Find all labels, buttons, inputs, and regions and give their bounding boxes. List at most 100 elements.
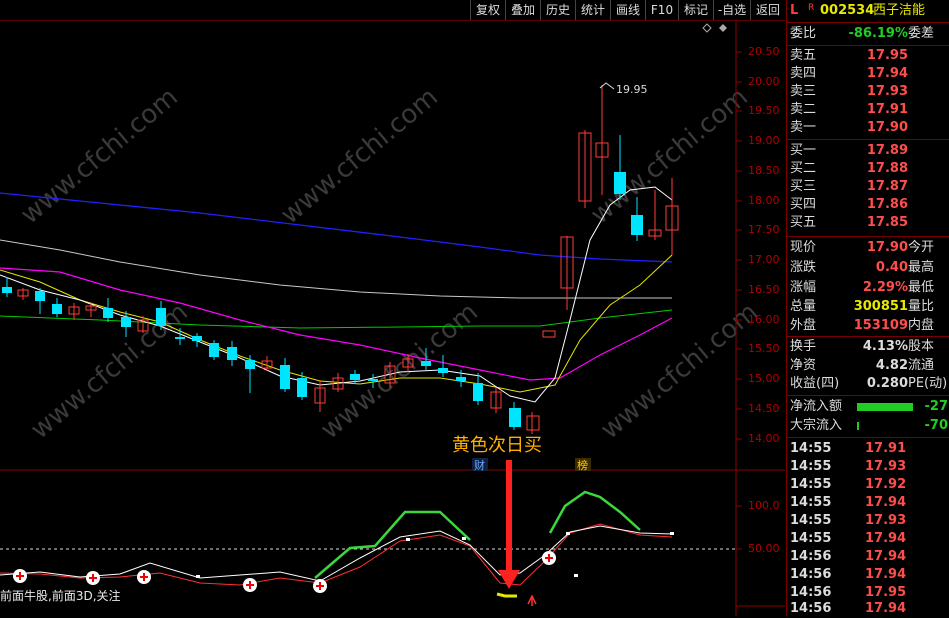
stat-label: 总量 <box>790 299 817 314</box>
trade-price: 17.94 <box>865 531 907 546</box>
stock-name[interactable]: 西子洁能 <box>873 2 925 20</box>
stat-pct-row: 涨幅 2.29% 最低 <box>787 279 949 297</box>
trade-row: 14:55 17.91 <box>787 440 949 458</box>
stat-label: 净资 <box>790 358 817 373</box>
flow-label: 大宗流入 <box>790 418 843 433</box>
price-label-2000: 20.00 <box>748 75 780 88</box>
stat-label: 现价 <box>790 240 817 255</box>
buy-price: 17.89 <box>866 143 908 158</box>
stat-eps-row: 收益(四) 0.280 PE(动) <box>787 375 949 393</box>
watermark-5: www.cfchi.com <box>315 297 484 445</box>
block-inflow-bar <box>857 422 859 430</box>
block-inflow-row: 大宗流入 -70 <box>787 417 949 435</box>
stat-outer-row: 外盘 153109 内盘 <box>787 317 949 335</box>
flow-label: 净流入额 <box>790 399 843 414</box>
price-label-1700: 17.00 <box>748 253 780 266</box>
badge-bang[interactable]: 榜 <box>577 458 588 472</box>
price-label-1950: 19.50 <box>748 104 780 117</box>
buy-label: 买四 <box>790 197 817 212</box>
trade-time: 14:56 <box>790 601 832 616</box>
price-label-1650: 16.50 <box>748 283 780 296</box>
trade-price: 17.93 <box>865 513 907 528</box>
kline-svg: www.cfchi.com www.cfchi.com www.cfchi.co… <box>0 20 785 616</box>
sell-price: 17.94 <box>866 66 908 81</box>
diamond-icon[interactable] <box>702 23 712 33</box>
sell1-row[interactable]: 卖一 17.90 <box>787 119 949 137</box>
sell-label: 卖一 <box>790 120 817 135</box>
stat-right-label: PE(动) <box>908 376 948 391</box>
sell-label: 卖三 <box>790 84 817 99</box>
sell-price: 17.90 <box>866 120 908 135</box>
statistics-button[interactable]: 统计 <box>575 0 610 20</box>
back-button[interactable]: 返回 <box>750 0 785 20</box>
watermark-3: www.cfchi.com <box>585 82 754 230</box>
overlay-button[interactable]: 叠加 <box>505 0 540 20</box>
trade-price: 17.94 <box>865 567 907 582</box>
buy-price: 17.86 <box>866 197 908 212</box>
bottom-note: 前面牛股,前面3D,关注 <box>0 589 121 603</box>
buy5-row[interactable]: 买五 17.85 <box>787 214 949 232</box>
trade-price: 17.94 <box>865 549 907 564</box>
ma-green-line <box>0 309 673 329</box>
sell-price: 17.93 <box>866 84 908 99</box>
buy1-row[interactable]: 买一 17.89 <box>787 142 949 160</box>
trade-price: 17.94 <box>865 495 907 510</box>
stat-volume-row: 总量 300851 量比 <box>787 298 949 316</box>
mark-button[interactable]: 标记 <box>678 0 713 20</box>
sell2-row[interactable]: 卖二 17.91 <box>787 101 949 119</box>
gap-candle <box>542 330 556 338</box>
indicator-label-50: 50.00 <box>748 542 780 555</box>
buy-price: 17.88 <box>866 161 908 176</box>
buy2-row[interactable]: 买二 17.88 <box>787 160 949 178</box>
stat-value: 4.82 <box>875 358 908 373</box>
sell-label: 卖五 <box>790 48 817 63</box>
fuquan-button[interactable]: 复权 <box>470 0 505 20</box>
trade-row: 14:55 17.94 <box>787 494 949 512</box>
sell5-row[interactable]: 卖五 17.95 <box>787 47 949 65</box>
stat-label: 收益(四) <box>790 376 840 391</box>
price-label-1900: 19.00 <box>748 134 780 147</box>
trade-time: 14:55 <box>790 531 832 546</box>
watermark-6: www.cfchi.com <box>595 297 764 445</box>
stat-price-row: 现价 17.90 今开 <box>787 239 949 257</box>
stat-turnover-row: 换手 4.13% 股本 <box>787 338 949 356</box>
add-watchlist-button[interactable]: -自选 <box>713 0 750 20</box>
buy-price: 17.85 <box>866 215 908 230</box>
price-label-1850: 18.50 <box>748 164 780 177</box>
diamond-filled-icon[interactable] <box>719 24 727 32</box>
indicator-white-line <box>0 525 673 582</box>
stat-value: 17.90 <box>866 240 908 255</box>
buy-label: 买二 <box>790 161 817 176</box>
watermark-2: www.cfchi.com <box>275 82 444 230</box>
stat-right-label: 股本 <box>908 339 935 354</box>
trade-price: 17.91 <box>865 441 907 456</box>
history-button[interactable]: 历史 <box>540 0 575 20</box>
trade-price: 17.92 <box>865 477 907 492</box>
f10-button[interactable]: F10 <box>645 0 678 20</box>
trade-price: 17.94 <box>865 601 907 616</box>
price-label-1750: 17.50 <box>748 223 780 236</box>
price-label-1450: 14.50 <box>748 402 780 415</box>
indicator-yellow-mark <box>496 592 517 598</box>
indicator-label-100: 100.0 <box>748 499 780 512</box>
watermark-1: www.cfchi.com <box>15 82 184 230</box>
buy3-row[interactable]: 买三 17.87 <box>787 178 949 196</box>
stat-right-label: 流通 <box>908 358 935 373</box>
stat-right-label: 量比 <box>908 299 935 314</box>
stock-code[interactable]: 002534 <box>820 2 874 20</box>
weibi-row: 委比 -86.19% 委差 <box>787 25 949 43</box>
sell4-row[interactable]: 卖四 17.94 <box>787 65 949 83</box>
flow-value: -27 <box>924 399 949 414</box>
trade-time: 14:55 <box>790 495 832 510</box>
stat-change-row: 涨跌 0.40 最高 <box>787 259 949 277</box>
draw-line-button[interactable]: 画线 <box>610 0 645 20</box>
quote-panel: L R 002534 西子洁能 委比 -86.19% 委差 卖五 17.95 卖四… <box>786 0 949 616</box>
kline-chart-panel[interactable]: www.cfchi.com www.cfchi.com www.cfchi.co… <box>0 20 785 616</box>
buy4-row[interactable]: 买四 17.86 <box>787 196 949 214</box>
watermark-4: www.cfchi.com <box>25 297 194 445</box>
header-r: R <box>808 3 815 13</box>
badge-cai[interactable]: 财 <box>474 458 485 472</box>
trade-time: 14:56 <box>790 549 832 564</box>
net-inflow-bar <box>857 403 913 411</box>
sell3-row[interactable]: 卖三 17.93 <box>787 83 949 101</box>
